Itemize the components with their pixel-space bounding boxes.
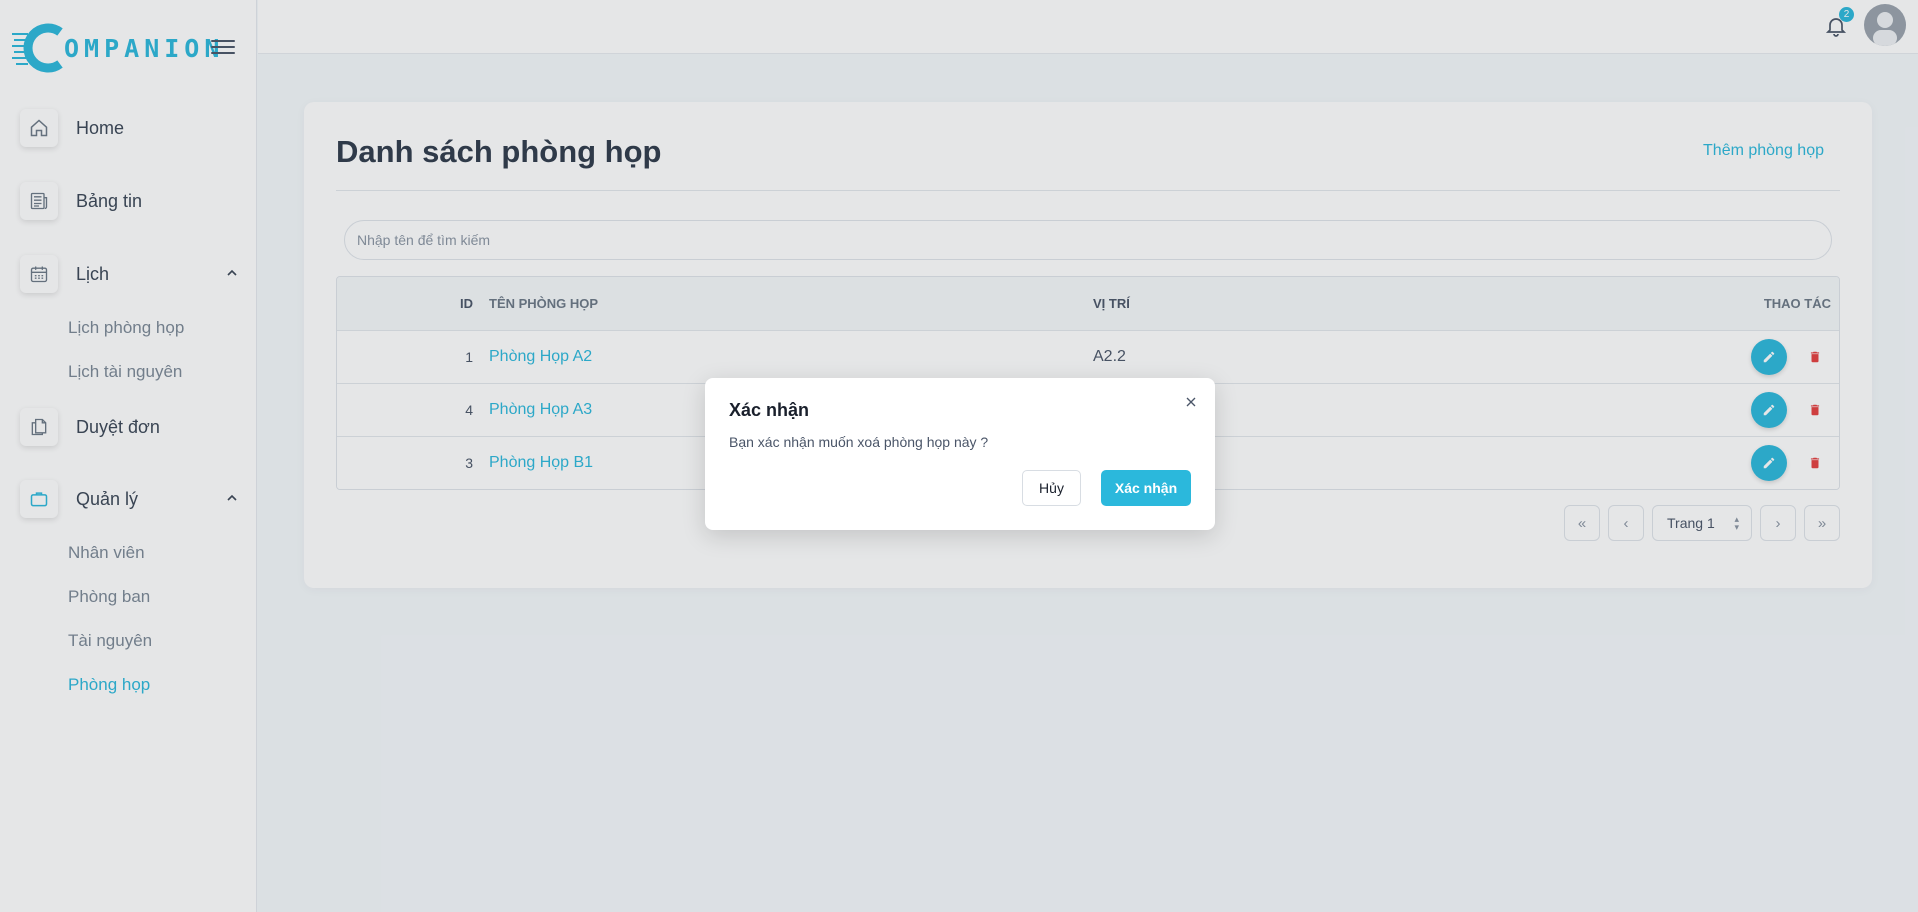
dialog-message: Bạn xác nhận muốn xoá phòng họp này ? <box>729 434 989 450</box>
dialog-title: Xác nhận <box>729 400 810 420</box>
cancel-button[interactable]: Hủy <box>1022 470 1081 506</box>
confirm-delete-dialog: Xác nhận Bạn xác nhận muốn xoá phòng họp… <box>705 378 1215 530</box>
close-icon[interactable] <box>1183 394 1199 410</box>
confirm-button[interactable]: Xác nhận <box>1101 470 1191 506</box>
